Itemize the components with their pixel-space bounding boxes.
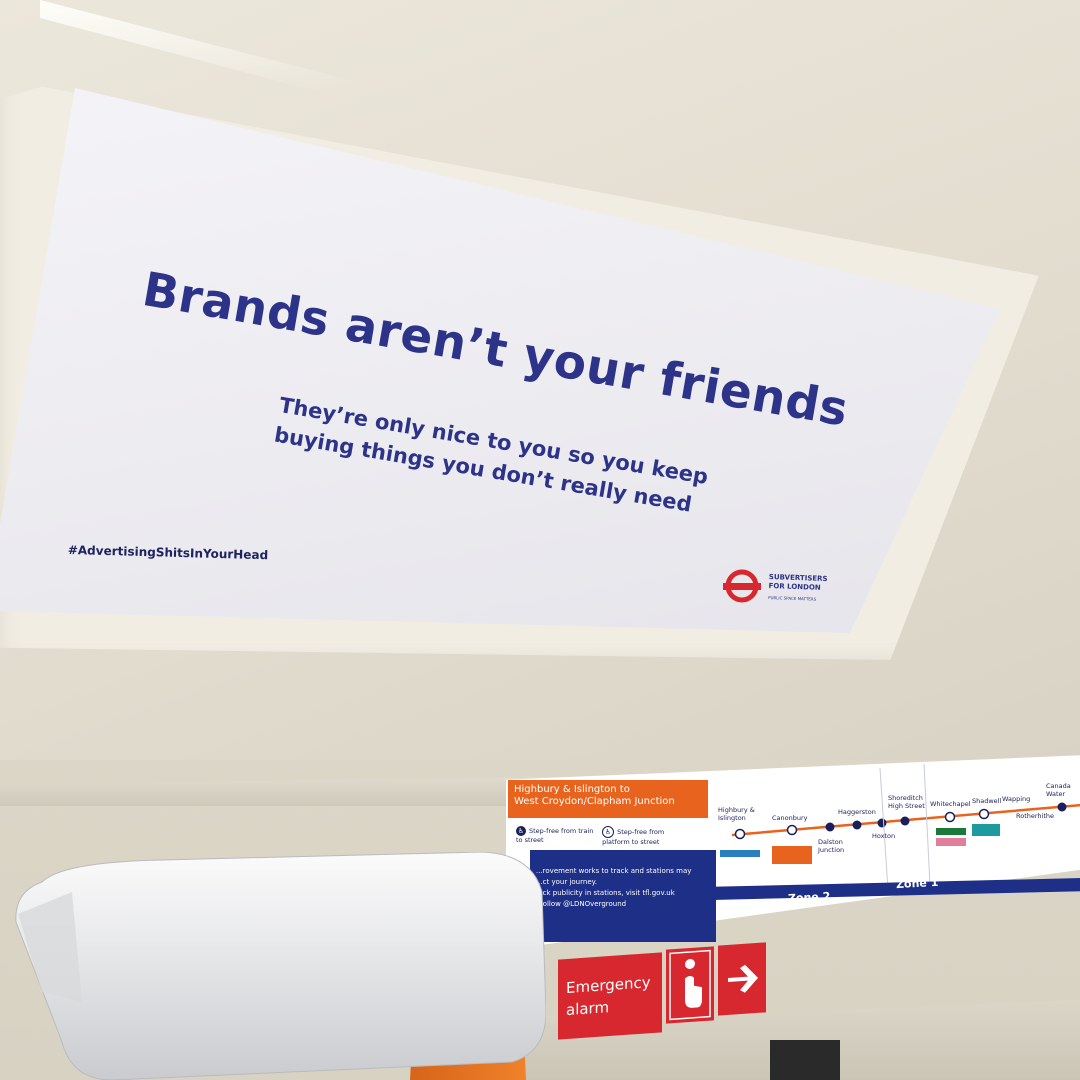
interchange-tag	[972, 824, 1000, 836]
station-marker	[978, 808, 990, 820]
roundel-logo-icon	[723, 569, 761, 603]
station-label: Shadwell	[972, 797, 1002, 805]
org-line-2: FOR LONDON	[768, 581, 821, 592]
station-marker	[877, 818, 887, 828]
station-label: Canada Water	[1046, 782, 1071, 798]
station-marker	[900, 816, 910, 826]
station-marker	[825, 822, 835, 832]
zone-1-label: Zone 1	[895, 875, 939, 892]
right-arrow-icon	[718, 942, 766, 1016]
station-label: Haggerston	[838, 808, 876, 816]
emergency-alarm-sign: Emergency alarm	[558, 952, 662, 1040]
station-marker	[734, 828, 746, 840]
notice-line: ...ct your journey.	[536, 878, 597, 886]
station-marker	[1057, 802, 1067, 812]
zone-2-label: Zone 2	[787, 889, 831, 906]
route-line-1: Highbury & Islington to	[514, 784, 630, 795]
interchange-tag	[772, 846, 812, 864]
legend-item: ♿ Step-free from platform to street	[602, 826, 686, 847]
notice-line: ...ck publicity in stations, visit tfl.g…	[536, 889, 675, 897]
station-marker	[786, 824, 798, 836]
legend-item: ♿ Step-free from train to street	[516, 826, 600, 845]
window-gap	[770, 1040, 840, 1080]
organisation-name: SUBVERTISERS FOR LONDON PUBLIC SPACE MAT…	[768, 573, 849, 605]
station-label: Shoreditch High Street	[888, 794, 925, 810]
alarm-label-line-2: alarm	[566, 998, 610, 1020]
line-diagram-header: Highbury & Islington to West Croydon/Cla…	[508, 780, 708, 818]
station-label: Wapping	[1002, 795, 1031, 803]
station-label: Dalston Junction	[818, 838, 845, 854]
interchange-tag	[936, 838, 966, 846]
station-label: Canonbury	[772, 814, 808, 822]
route-line-2: West Croydon/Clapham Junction	[514, 796, 675, 807]
station-label: Highbury & Islington	[718, 806, 755, 822]
interchange-tag	[936, 828, 966, 835]
station-label: Rotherhithe	[1016, 812, 1055, 820]
station-label: Hoxton	[872, 832, 896, 840]
wheelchair-icon: ♿	[602, 826, 615, 838]
interchange-tag	[720, 850, 760, 857]
step-free-legend: ♿ Step-free from train to street ♿ Step-fr…	[516, 826, 706, 847]
notice-line: ...ollow @LDNOverground	[536, 900, 627, 908]
legend-label: Step-free from train to street	[516, 827, 594, 844]
station-marker	[944, 811, 956, 823]
grab-handle	[15, 852, 546, 1080]
press-button-icon	[666, 946, 714, 1024]
service-notice: ...rovement works to track and stations …	[530, 850, 716, 942]
station-label: Whitechapel	[930, 800, 971, 808]
station-marker	[852, 820, 862, 830]
wheelchair-icon: ♿	[516, 826, 526, 836]
notice-line: ...rovement works to track and stations …	[536, 867, 692, 875]
